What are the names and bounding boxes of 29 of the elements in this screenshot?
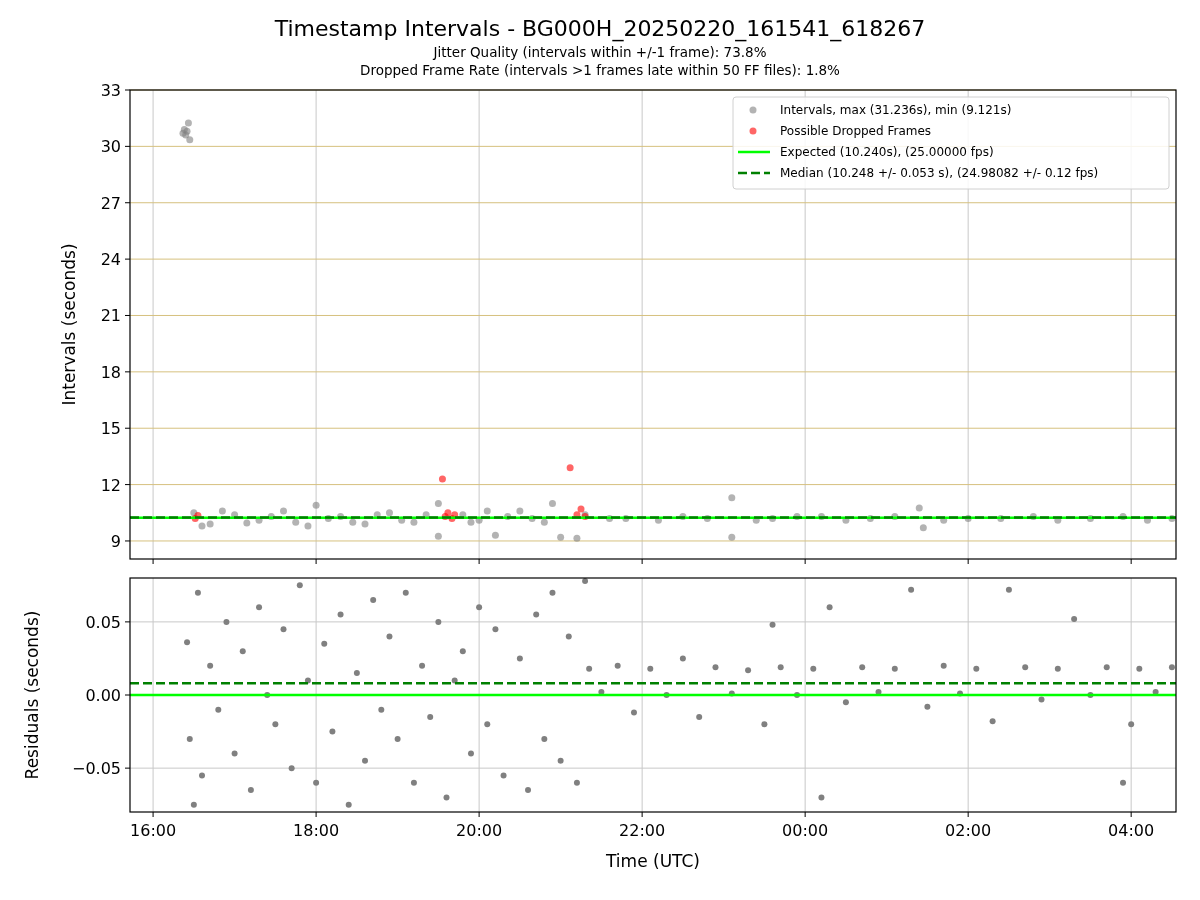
y-tick-label: −0.05 (71, 759, 121, 779)
x-tick-label: 16:00 (130, 821, 177, 840)
figure-title: Timestamp Intervals - BG000H_20250220_161541_618267 (274, 15, 926, 43)
y-tick-label: 0.00 (85, 686, 121, 705)
legend-label: Possible Dropped Frames (780, 124, 932, 138)
x-tick-label: 22:00 (619, 821, 666, 840)
y-axis-label: Residuals (seconds) (22, 610, 42, 780)
y-tick-label: 27 (100, 193, 121, 213)
y-tick-label: 33 (100, 81, 121, 100)
y-axis-label: Intervals (seconds) (59, 243, 79, 406)
x-tick-label: 04:00 (1108, 821, 1155, 840)
subtitle: Dropped Frame Rate (intervals >1 frames late within 50 FF files): 1.8% (360, 61, 840, 79)
x-axis-label: Time (UTC) (606, 851, 700, 871)
legend-label: Median (10.248 +/- 0.053 s), (24.98082 +/- 0.12 fps) (780, 166, 1099, 180)
x-tick-label: 02:00 (945, 821, 992, 840)
y-tick-label: 0.05 (85, 612, 121, 632)
y-tick-label: 24 (100, 250, 121, 270)
y-tick-label: 18 (100, 362, 121, 382)
x-tick-label: 00:00 (782, 821, 829, 840)
subtitle: Jitter Quality (intervals within +/-1 frame): 73.8% (433, 43, 767, 61)
y-tick-label: 21 (100, 306, 121, 326)
legend-label: Intervals, max (31.236s), min (9.121s) (780, 103, 1012, 117)
y-tick-label: 9 (110, 531, 121, 551)
x-tick-label: 20:00 (456, 821, 503, 840)
x-tick-label: 18:00 (293, 821, 340, 840)
y-tick-label: 12 (100, 475, 121, 495)
legend-label: Expected (10.240s), (25.00000 fps) (780, 145, 994, 159)
y-tick-label: 15 (100, 419, 121, 439)
y-tick-label: 30 (100, 137, 121, 157)
